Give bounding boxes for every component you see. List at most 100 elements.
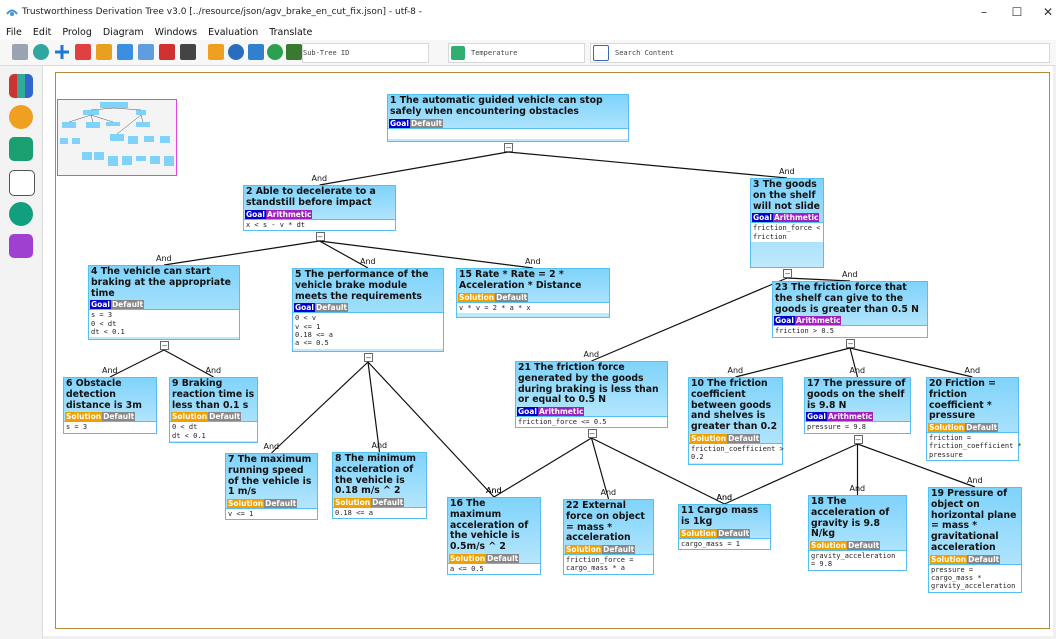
- tree-edge: [493, 437, 592, 498]
- collapse-toggle[interactable]: –: [846, 339, 855, 348]
- node-method-badge: Default: [264, 499, 298, 509]
- edge-label-and: And: [156, 254, 172, 263]
- tree-node[interactable]: 18 The acceleration of gravity is 9.8 N/…: [808, 495, 907, 571]
- node-title: 1 The automatic guided vehicle can stop …: [390, 95, 603, 117]
- node-title: 21 The friction force generated by the g…: [518, 362, 659, 406]
- edge-label-and: And: [600, 488, 617, 497]
- node-title: 2 Able to decelerate to a standstill bef…: [246, 186, 376, 208]
- node-formula: 0 < v v <= 1 0.18 <= a a <= 0.5: [293, 312, 443, 349]
- node-title: 4 The vehicle can start braking at the a…: [91, 266, 231, 299]
- node-tags: Solution Default: [226, 499, 317, 509]
- edge-label-and: And: [525, 257, 541, 266]
- node-tags: Solution Default: [564, 545, 653, 555]
- node-tags: Solution Default: [170, 412, 257, 422]
- node-title: 7 The maximum running speed of the vehic…: [228, 454, 312, 498]
- node-formula: cargo_mass = 1: [679, 537, 770, 549]
- tree-edge: [109, 349, 165, 378]
- collapse-toggle[interactable]: –: [504, 143, 513, 152]
- tree-node[interactable]: 20 Friction = friction coefficient * pre…: [926, 377, 1022, 462]
- collapse-toggle[interactable]: –: [364, 353, 373, 362]
- edge-label-and: And: [964, 366, 981, 375]
- node-formula: friction > 0.5: [773, 325, 927, 337]
- node-title: 19 Pressure of object on horizontal plan…: [931, 488, 1017, 553]
- tree-node[interactable]: 22 External force on object = mass * acc…: [563, 499, 654, 575]
- node-formula: friction_coefficient > 0.2: [689, 442, 784, 463]
- edge-label-and: And: [311, 174, 328, 183]
- node-title: 15 Rate * Rate = 2 * Acceleration * Dist…: [459, 269, 582, 291]
- node-formula: v * v = 2 * a * x: [457, 301, 609, 313]
- node-type-badge: Solution: [171, 412, 209, 422]
- node-type-badge: Goal: [806, 412, 827, 422]
- edge-label-and: And: [360, 257, 376, 266]
- node-method-badge: Arithmetic: [537, 407, 585, 417]
- node-title: 22 External force on object = mass * acc…: [566, 500, 645, 544]
- tree-edge: [849, 347, 973, 378]
- tree-edge: [367, 361, 381, 453]
- tree-edge: [507, 151, 788, 179]
- tree-node[interactable]: 9 Braking reaction time is less than 0.1…: [169, 377, 258, 443]
- node-tags: Solution Default: [64, 412, 156, 422]
- node-method-badge: Default: [495, 292, 529, 302]
- node-type-badge: Goal: [90, 300, 111, 310]
- tree-node[interactable]: 23 The friction force that the shelf can…: [772, 281, 928, 338]
- node-type-badge: Solution: [810, 541, 848, 551]
- node-formula: pressure = cargo_mass * gravity_accelera…: [929, 563, 1021, 592]
- node-formula: 0 < dt dt < 0.1: [170, 421, 257, 441]
- node-title: 16 The maximum acceleration of the vehic…: [450, 498, 529, 553]
- node-type-badge: Solution: [690, 433, 728, 443]
- tree-node[interactable]: 8 The minimum acceleration of the vehicl…: [332, 452, 427, 520]
- node-formula: friction_force = cargo_mass * a: [564, 554, 653, 574]
- node-formula: pressure = 9.8: [805, 421, 910, 433]
- edge-label-and: And: [849, 484, 866, 493]
- tree-node[interactable]: 17 The pressure of goods on the shelf is…: [804, 377, 911, 434]
- node-title: 3 The goods on the shelf will not slide: [753, 179, 820, 212]
- collapse-toggle[interactable]: –: [160, 341, 169, 350]
- node-tags: Solution Default: [929, 554, 1021, 564]
- tree-edge: [319, 151, 509, 186]
- tree-node[interactable]: 16 The maximum acceleration of the vehic…: [447, 497, 541, 576]
- tree-node[interactable]: 19 Pressure of object on horizontal plan…: [928, 487, 1022, 593]
- node-tags: Goal Arithmetic: [751, 213, 823, 223]
- collapse-toggle[interactable]: –: [783, 269, 792, 278]
- tree-node[interactable]: 7 The maximum running speed of the vehic…: [225, 453, 318, 521]
- node-type-badge: Solution: [680, 528, 718, 538]
- edge-label-and: And: [583, 350, 600, 359]
- node-method-badge: Default: [102, 412, 136, 422]
- node-formula: a <= 0.5: [448, 562, 540, 575]
- edge-label-and: And: [779, 167, 795, 176]
- tree-node[interactable]: 11 Cargo mass is 1kg Solution Default cargo…: [678, 504, 771, 550]
- tree-node[interactable]: 3 The goods on the shelf will not slide G…: [750, 178, 824, 268]
- node-type-badge: Goal: [389, 118, 410, 128]
- tree-edge: [163, 240, 320, 266]
- node-formula: v <= 1: [226, 508, 317, 520]
- node-type-badge: Solution: [65, 412, 103, 422]
- node-formula: s = 3 0 < dt dt < 0.1: [89, 309, 239, 338]
- node-title: 23 The friction force that the shelf can…: [775, 282, 919, 315]
- tree-node[interactable]: 15 Rate * Rate = 2 * Acceleration * Dist…: [456, 268, 610, 318]
- node-tags: Solution Default: [927, 423, 1018, 433]
- node-title: 11 Cargo mass is 1kg: [681, 505, 759, 527]
- edge-label-and: And: [486, 486, 502, 495]
- edge-label-and: And: [967, 476, 983, 485]
- edge-label-and: And: [842, 270, 858, 279]
- collapse-toggle[interactable]: –: [853, 435, 863, 444]
- tree-node[interactable]: 10 The friction coefficient between good…: [688, 377, 784, 465]
- tree-node[interactable]: 6 Obstacle detection distance is 3m Solut…: [63, 377, 157, 434]
- edge-label-and: And: [263, 442, 280, 451]
- collapse-toggle[interactable]: –: [315, 232, 325, 241]
- tree-node[interactable]: 21 The friction force generated by the g…: [515, 361, 668, 429]
- node-title: 6 Obstacle detection distance is 3m: [66, 378, 142, 411]
- edge-label-and: And: [849, 366, 866, 375]
- tree-node[interactable]: 2 Able to decelerate to a standstill bef…: [243, 185, 396, 231]
- node-method-badge: Arithmetic: [794, 316, 842, 326]
- node-tags: Goal Default: [293, 303, 443, 313]
- node-type-badge: Goal: [517, 407, 538, 417]
- node-type-badge: Solution: [449, 553, 487, 563]
- node-method-badge: Arithmetic: [826, 412, 874, 422]
- tree-node[interactable]: 1 The automatic guided vehicle can stop …: [387, 94, 629, 142]
- tree-node[interactable]: 5 The performance of the vehicle brake m…: [292, 268, 444, 352]
- tree-edge: [271, 361, 369, 454]
- collapse-toggle[interactable]: –: [587, 429, 597, 438]
- node-formula: friction = friction_coefficient * pressu…: [927, 432, 1022, 461]
- tree-node[interactable]: 4 The vehicle can start braking at the a…: [88, 265, 240, 340]
